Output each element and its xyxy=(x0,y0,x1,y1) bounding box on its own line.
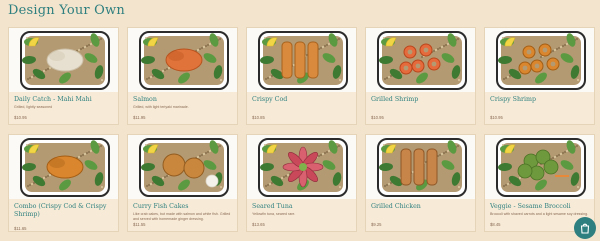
menu-card-mahi[interactable]: Daily Catch - Mahi Mahi Grilled, lightly… xyxy=(8,27,119,125)
menu-card-grilled-shrimp[interactable]: Grilled Shrimp $10.95 xyxy=(365,27,476,125)
dish-photo xyxy=(366,28,475,92)
bowl-illustration xyxy=(366,28,475,92)
bowl-illustration xyxy=(485,28,594,92)
dish-price: $9.25 xyxy=(371,222,382,227)
dish-photo xyxy=(247,135,356,199)
dish-price: $10.95 xyxy=(371,115,384,120)
menu-card-crispy-cod[interactable]: Crispy Cod $10.85 xyxy=(246,27,357,125)
bowl-illustration xyxy=(128,135,237,199)
dish-name: Curry Fish Cakes xyxy=(133,203,189,210)
dish-photo xyxy=(485,28,594,92)
dish-photo xyxy=(9,28,118,92)
menu-card-sesame-broccoli[interactable]: Veggie - Sesame Broccoli Broccoli with s… xyxy=(484,134,595,232)
dish-name: Salmon xyxy=(133,96,157,103)
bowl-illustration xyxy=(247,28,356,92)
menu-card-crispy-shrimp[interactable]: Crispy Shrimp $10.95 xyxy=(484,27,595,125)
cart-button[interactable] xyxy=(574,217,596,239)
dish-price: $13.65 xyxy=(252,222,265,227)
dish-name: Daily Catch - Mahi Mahi xyxy=(14,96,92,103)
bowl-illustration xyxy=(9,135,118,199)
shopping-bag-icon xyxy=(580,223,590,234)
dish-description: Like crab cakes, but made with salmon an… xyxy=(133,212,231,221)
dish-price: $10.95 xyxy=(14,115,27,120)
bowl-illustration xyxy=(247,135,356,199)
bowl-illustration xyxy=(9,28,118,92)
dish-description: Grilled, with light teriyaki marinade. xyxy=(133,105,189,109)
dish-photo xyxy=(128,135,237,199)
dish-description: Grilled, lightly seasoned xyxy=(14,105,53,109)
dish-name: Combo (Crispy Cod & Crispy Shrimp) xyxy=(14,203,107,218)
dish-photo xyxy=(128,28,237,92)
menu-grid: Daily Catch - Mahi Mahi Grilled, lightly… xyxy=(8,27,595,232)
dish-price: $11.55 xyxy=(133,222,146,227)
menu-card-curry-fish-cakes[interactable]: Curry Fish Cakes Like crab cakes, but ma… xyxy=(127,134,238,232)
dish-name: Crispy Cod xyxy=(252,96,288,103)
dish-name: Grilled Chicken xyxy=(371,203,421,210)
dish-price: $10.85 xyxy=(252,115,265,120)
dish-photo xyxy=(247,28,356,92)
bowl-illustration xyxy=(366,135,475,199)
dish-name: Crispy Shrimp xyxy=(490,96,537,103)
dish-name: Veggie - Sesame Broccoli xyxy=(490,203,571,210)
dish-photo xyxy=(366,135,475,199)
dish-photo xyxy=(485,135,594,199)
menu-card-combo[interactable]: Combo (Crispy Cod & Crispy Shrimp) $11.6… xyxy=(8,134,119,232)
bowl-illustration xyxy=(128,28,237,92)
menu-card-seared-tuna[interactable]: Seared Tuna Yellowfin tuna, seared rare.… xyxy=(246,134,357,232)
dish-price: $8.45 xyxy=(490,222,501,227)
page-title: Design Your Own xyxy=(8,3,125,18)
bowl-illustration xyxy=(485,135,594,199)
dish-photo xyxy=(9,135,118,199)
menu-card-salmon[interactable]: Salmon Grilled, with light teriyaki mari… xyxy=(127,27,238,125)
dish-name: Grilled Shrimp xyxy=(371,96,419,103)
dish-price: $10.95 xyxy=(490,115,503,120)
dish-price: $11.65 xyxy=(14,226,27,231)
menu-card-grilled-chicken[interactable]: Grilled Chicken $9.25 xyxy=(365,134,476,232)
dish-description: Yellowfin tuna, seared rare. xyxy=(252,212,296,216)
dish-price: $11.95 xyxy=(133,115,146,120)
dish-name: Seared Tuna xyxy=(252,203,293,210)
dish-description: Broccoli with shaved carrots and a light… xyxy=(490,212,589,216)
